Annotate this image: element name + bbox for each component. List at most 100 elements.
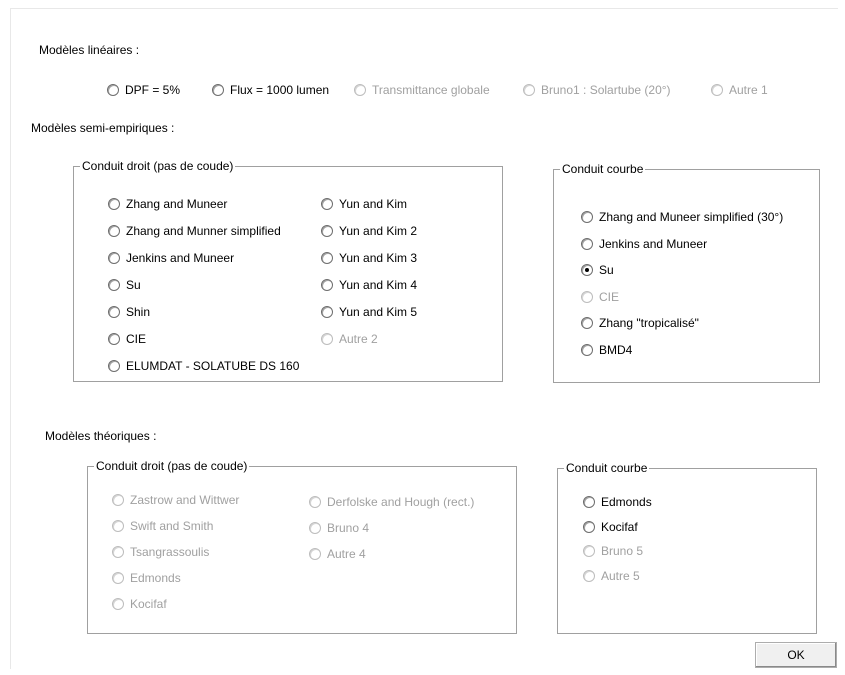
radio-circle: [212, 84, 224, 96]
radio-semi-straight-2[interactable]: Jenkins and Muneer: [108, 250, 234, 266]
radio-label: Autre 1: [729, 83, 768, 97]
radio-label: Jenkins and Muneer: [126, 251, 235, 265]
radio-theo-curved-0[interactable]: Edmonds: [583, 494, 652, 510]
radio-theo-straight2-0[interactable]: Derfolske and Hough (rect.): [309, 494, 474, 510]
radio-autre1[interactable]: Autre 1: [711, 82, 768, 98]
radio-circle: [108, 333, 120, 345]
radio-label: Derfolske and Hough (rect.): [327, 495, 475, 509]
radio-label: Shin: [126, 305, 151, 319]
radio-circle: [108, 225, 120, 237]
radio-label: Autre 5: [601, 568, 640, 583]
radio-label: Swift and Smith: [130, 519, 214, 533]
radio-label: Autre 2: [339, 332, 378, 346]
radio-circle: [321, 225, 333, 237]
radio-semi-straight2-0[interactable]: Yun and Kim: [321, 196, 407, 212]
radio-semi-curved-3[interactable]: CIE: [581, 289, 619, 305]
radio-label: CIE: [126, 332, 147, 346]
radio-circle: [107, 84, 119, 96]
radio-circle: [354, 84, 366, 96]
radio-circle: [581, 237, 593, 250]
radio-circle: [321, 333, 333, 345]
radio-theo-straight-3[interactable]: Edmonds: [112, 570, 181, 586]
radio-label: Edmonds: [601, 495, 652, 509]
radio-label: Zhang and Muneer: [126, 197, 228, 211]
radio-circle: [321, 279, 333, 291]
radio-theo-straight2-2[interactable]: Autre 4: [309, 546, 366, 562]
radio-label: Tsangrassoulis: [130, 545, 210, 559]
radio-circle: [309, 548, 321, 560]
radio-label: Zhang "tropicalisé": [599, 316, 699, 330]
radio-label: Kocifaf: [601, 519, 638, 534]
radio-circle: [108, 360, 120, 372]
radio-theo-straight2-1[interactable]: Bruno 4: [309, 520, 369, 536]
radio-label: CIE: [599, 289, 620, 304]
radio-circle: [321, 198, 333, 210]
radio-semi-straight2-4[interactable]: Yun and Kim 5: [321, 304, 417, 320]
radio-circle: [581, 211, 593, 223]
radio-label: Autre 4: [327, 547, 366, 561]
radio-label: Jenkins and Muneer: [599, 236, 708, 251]
radio-transmittance[interactable]: Transmittance globale: [354, 82, 490, 98]
radio-semi-straight-5[interactable]: CIE: [108, 331, 146, 347]
radio-circle: [112, 520, 124, 532]
radio-semi-straight2-5[interactable]: Autre 2: [321, 331, 378, 347]
radio-label: Transmittance globale: [372, 83, 490, 97]
group-legend: Conduit courbe: [564, 461, 650, 475]
radio-circle: [583, 569, 595, 582]
radio-semi-straight2-3[interactable]: Yun and Kim 4: [321, 277, 417, 293]
group-legend: Conduit droit (pas de coude): [80, 159, 236, 173]
radio-label: Zastrow and Wittwer: [130, 493, 240, 507]
radio-semi-straight-0[interactable]: Zhang and Muneer: [108, 196, 227, 212]
radio-semi-curved-4[interactable]: Zhang "tropicalisé": [581, 315, 699, 331]
model-selection-dialog: Modèles linéaires : DPF = 5% Flux = 1000…: [10, 8, 838, 669]
radio-bruno1[interactable]: Bruno1 : Solartube (20°): [523, 82, 671, 98]
radio-theo-curved-1[interactable]: Kocifaf: [583, 519, 638, 535]
group-legend: Conduit courbe: [560, 162, 646, 176]
radio-circle: [711, 84, 723, 96]
radio-theo-straight-1[interactable]: Swift and Smith: [112, 518, 213, 534]
radio-circle: [583, 520, 595, 533]
radio-circle: [112, 598, 124, 610]
radio-label: Yun and Kim 2: [339, 224, 418, 238]
radio-circle: [108, 306, 120, 318]
radio-theo-straight-2[interactable]: Tsangrassoulis: [112, 544, 209, 560]
radio-label: Edmonds: [130, 571, 181, 585]
radio-semi-straight-1[interactable]: Zhang and Munner simplified: [108, 223, 281, 239]
radio-circle: [581, 317, 593, 329]
radio-circle: [581, 343, 593, 356]
radio-label: Zhang and Munner simplified: [126, 224, 281, 238]
radio-semi-straight-6[interactable]: ELUMDAT - SOLATUBE DS 160: [108, 358, 299, 374]
radio-circle: [321, 306, 333, 318]
radio-label: Yun and Kim: [339, 197, 408, 211]
radio-semi-curved-1[interactable]: Jenkins and Muneer: [581, 236, 707, 252]
radio-dpf[interactable]: DPF = 5%: [107, 82, 180, 98]
radio-circle: [309, 496, 321, 508]
radio-circle: [108, 198, 120, 210]
radio-circle: [108, 252, 120, 264]
radio-semi-straight-4[interactable]: Shin: [108, 304, 150, 320]
radio-label: ELUMDAT - SOLATUBE DS 160: [126, 359, 300, 373]
radio-semi-curved-2[interactable]: Su: [581, 262, 614, 278]
radio-flux[interactable]: Flux = 1000 lumen: [212, 82, 329, 98]
radio-circle: [112, 546, 124, 558]
radio-theo-straight-0[interactable]: Zastrow and Wittwer: [112, 492, 239, 508]
radio-semi-straight2-1[interactable]: Yun and Kim 2: [321, 223, 417, 239]
radio-circle: [581, 264, 593, 276]
radio-label: DPF = 5%: [125, 83, 181, 97]
group-legend: Conduit droit (pas de coude): [94, 459, 250, 473]
radio-circle: [108, 279, 120, 291]
radio-theo-curved-3[interactable]: Autre 5: [583, 568, 640, 584]
radio-semi-curved-5[interactable]: BMD4: [581, 342, 632, 358]
semi-empirical-title: Modèles semi-empiriques :: [31, 121, 175, 135]
radio-semi-straight2-2[interactable]: Yun and Kim 3: [321, 250, 417, 266]
radio-theo-straight-4[interactable]: Kocifaf: [112, 596, 167, 612]
radio-semi-curved-0[interactable]: Zhang and Muneer simplified (30°): [581, 209, 783, 225]
radio-label: Bruno 5: [601, 544, 644, 558]
radio-semi-straight-3[interactable]: Su: [108, 277, 141, 293]
ok-button[interactable]: OK: [755, 642, 837, 668]
radio-circle: [581, 290, 593, 303]
radio-theo-curved-2[interactable]: Bruno 5: [583, 543, 643, 559]
theoretical-title: Modèles théoriques :: [45, 429, 157, 443]
radio-label: Yun and Kim 4: [339, 278, 418, 292]
radio-circle: [321, 252, 333, 264]
